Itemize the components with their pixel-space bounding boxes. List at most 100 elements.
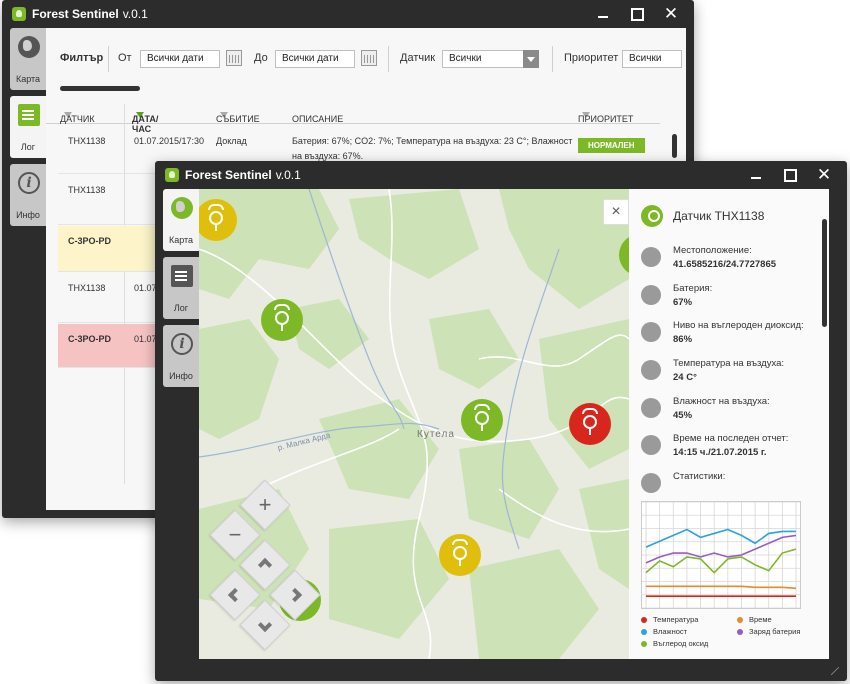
sensor-marker[interactable] xyxy=(261,299,303,341)
legend-label: Заряд батерия xyxy=(749,627,801,636)
map-view[interactable]: Кутела р. Малка Арда + − × xyxy=(199,189,629,659)
panel-header: Датчик THX1138 xyxy=(641,205,764,227)
filter-bar: Филтър От Всички дати До Всички дати Дат… xyxy=(46,28,686,91)
series-line xyxy=(645,548,797,574)
sidebar-tab-map[interactable]: Карта xyxy=(10,28,46,90)
cell-sensor: THX1138 xyxy=(68,185,106,195)
statistics-chart xyxy=(641,501,801,609)
sensor-marker-selected[interactable] xyxy=(461,399,503,441)
place-label: Кутела xyxy=(417,429,455,440)
field-label: Ниво на въглероден диоксид: xyxy=(673,320,804,331)
horizontal-scrollbar[interactable] xyxy=(60,86,140,91)
panel-title: Датчик THX1138 xyxy=(673,209,765,223)
calendar-icon[interactable] xyxy=(361,50,377,66)
sidebar: Карта Лог i Инфо xyxy=(10,28,46,232)
map-window: Forest Sentinel v.0.1 ✕ Карта Лог i Инфо xyxy=(155,161,847,681)
droplet-icon xyxy=(641,398,661,418)
globe-icon xyxy=(171,197,193,219)
sensor-marker-alert[interactable] xyxy=(569,403,611,445)
sensor-marker[interactable] xyxy=(439,534,481,576)
app-version: v.0.1 xyxy=(275,168,301,182)
battery-icon xyxy=(641,285,661,305)
to-label: До xyxy=(254,52,268,64)
field-label: Време на последен отчет: xyxy=(673,433,789,444)
field-value: 67% xyxy=(673,297,693,308)
column-header-priority[interactable]: ПРИОРИТЕТ xyxy=(578,109,633,124)
location-pin-icon xyxy=(641,247,661,267)
legend-item: Температура xyxy=(641,615,698,624)
app-name: Forest Sentinel xyxy=(185,168,272,182)
legend-label: Въглерод оксид xyxy=(653,639,709,648)
window-controls: ✕ xyxy=(586,0,688,28)
legend-label: Температура xyxy=(653,615,699,624)
co2-icon xyxy=(641,322,661,342)
sidebar-tab-log[interactable]: Лог xyxy=(163,257,199,319)
legend-item: Въглерод оксид xyxy=(641,639,708,648)
divider xyxy=(108,46,109,72)
cell-description-line2: на въздуха: 67%. xyxy=(292,151,364,161)
field-value: 45% xyxy=(673,410,693,421)
thermometer-icon xyxy=(641,360,661,380)
sidebar-tab-info[interactable]: i Инфо xyxy=(10,164,46,226)
cell-sensor: C-3PO-PD xyxy=(68,236,112,246)
column-header-datetime[interactable]: ДАТА/ЧАС xyxy=(132,109,158,134)
sidebar-tab-label: Карта xyxy=(168,235,194,245)
plus-icon: + xyxy=(258,492,272,517)
sidebar-tab-label: Инфо xyxy=(169,371,193,381)
sensor-tree-icon xyxy=(641,205,663,227)
sensor-select[interactable]: Всички xyxy=(442,50,524,68)
map-content: Кутела р. Малка Арда + − × Датчик THX113… xyxy=(199,189,829,659)
resize-grip-icon[interactable] xyxy=(831,667,839,675)
info-icon: i xyxy=(18,172,40,194)
legend-item: Влажност xyxy=(641,627,687,636)
chevron-down-icon[interactable] xyxy=(523,50,539,68)
cell-description: Батерия: 67%; CO2: 7%; Температура на въ… xyxy=(292,136,573,146)
close-panel-button[interactable]: × xyxy=(603,199,629,225)
divider xyxy=(388,46,389,72)
minimize-icon[interactable] xyxy=(586,0,620,28)
to-date-input[interactable]: Всички дати xyxy=(275,50,355,68)
column-label: ПРИОРИТЕТ xyxy=(578,114,634,124)
document-icon xyxy=(18,104,40,126)
close-icon[interactable]: ✕ xyxy=(654,0,688,28)
chart-icon xyxy=(641,473,661,493)
sensor-detail-panel: Датчик THX1138 Местоположение: 41.658521… xyxy=(629,189,829,659)
field-value: 41.6585216/24.7727865 xyxy=(673,259,777,270)
filter-title: Филтър xyxy=(60,52,104,64)
close-icon[interactable]: ✕ xyxy=(807,161,841,189)
minimize-icon[interactable] xyxy=(739,161,773,189)
document-icon xyxy=(171,265,193,287)
field-label: Батерия: xyxy=(673,283,713,294)
sidebar-tab-info[interactable]: i Инфо xyxy=(163,325,199,387)
legend-item: Заряд батерия xyxy=(737,627,800,636)
vertical-scrollbar[interactable] xyxy=(822,219,827,327)
field-label: Местоположение: xyxy=(673,245,752,256)
sidebar-tab-label: Лог xyxy=(20,142,36,152)
minus-icon: − xyxy=(228,522,242,547)
cell-sensor: THX1138 xyxy=(68,136,106,146)
maximize-icon[interactable] xyxy=(773,161,807,189)
stopwatch-icon xyxy=(641,435,661,455)
vertical-scrollbar[interactable] xyxy=(672,134,677,158)
legend-item: Време xyxy=(737,615,772,624)
sidebar-tab-label: Инфо xyxy=(16,210,40,220)
series-line xyxy=(646,585,797,590)
legend-label: Време xyxy=(749,615,772,624)
column-header-sensor[interactable]: ДАТЧИК xyxy=(60,109,95,124)
sidebar-tab-label: Карта xyxy=(15,74,41,84)
from-date-input[interactable]: Всички дати xyxy=(140,50,220,68)
priority-select[interactable]: Всички xyxy=(622,50,682,68)
cell-sensor: C-3PO-PD xyxy=(68,334,112,344)
column-label: ОПИСАНИЕ xyxy=(292,114,344,124)
column-header-event[interactable]: СЪБИТИЕ xyxy=(216,109,260,124)
series-line xyxy=(645,534,797,564)
cell-datetime: 01.07.2015/17:30 xyxy=(134,136,205,146)
calendar-icon[interactable] xyxy=(226,50,242,66)
app-version: v.0.1 xyxy=(122,7,148,21)
sidebar-tab-map[interactable]: Карта xyxy=(163,189,199,251)
sidebar-tab-log[interactable]: Лог xyxy=(10,96,46,158)
app-name: Forest Sentinel xyxy=(32,7,119,21)
app-logo-icon xyxy=(165,168,179,182)
app-logo-icon xyxy=(12,7,26,21)
maximize-icon[interactable] xyxy=(620,0,654,28)
